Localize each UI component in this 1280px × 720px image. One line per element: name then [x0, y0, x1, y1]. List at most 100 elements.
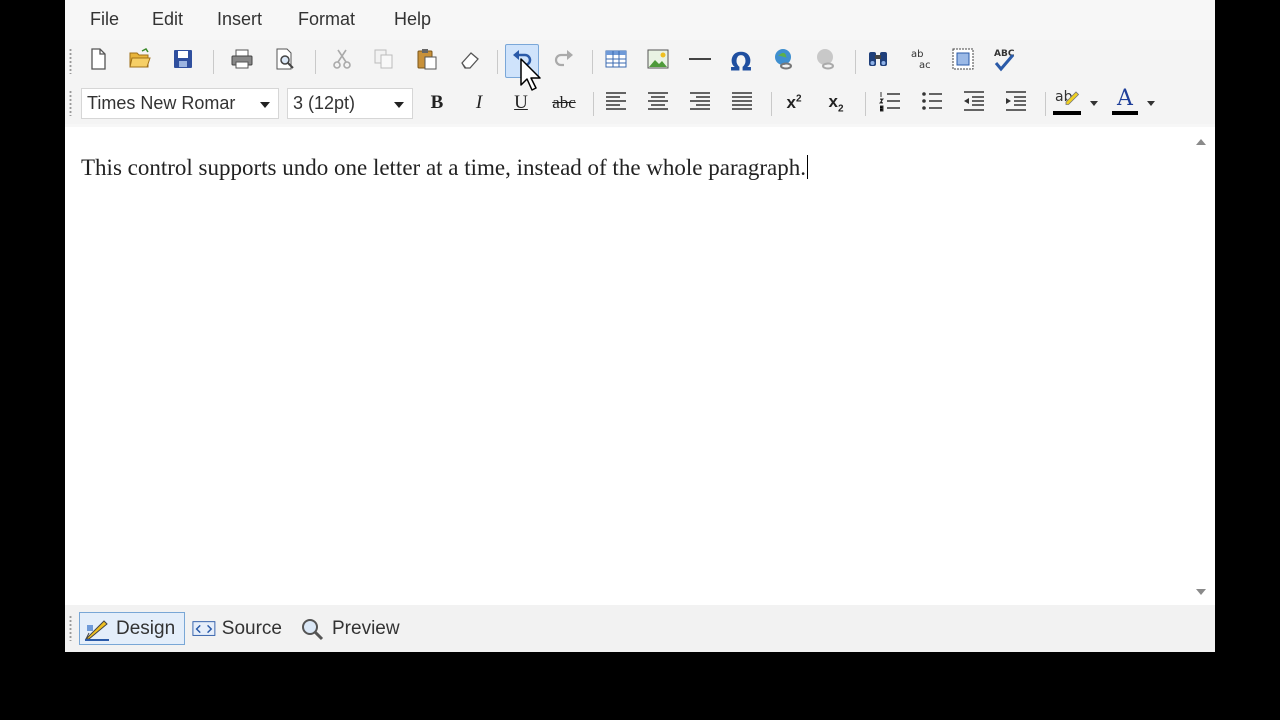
open-button[interactable] [123, 44, 157, 78]
bullet-list-icon [920, 89, 944, 118]
tab-preview-label: Preview [332, 617, 400, 639]
spellcheck-button[interactable]: ABC [988, 44, 1022, 78]
new-document-icon [86, 47, 110, 76]
scroll-down-icon[interactable] [1196, 589, 1206, 595]
design-icon [84, 619, 109, 641]
bullet-list-button[interactable] [915, 86, 949, 120]
tab-source[interactable]: Source [187, 612, 287, 645]
standard-toolbar: Ω ab ac ABC [65, 40, 1215, 82]
tab-preview[interactable]: Preview [295, 612, 410, 645]
separator [592, 50, 593, 74]
chevron-down-icon[interactable] [1090, 101, 1098, 106]
editor-content[interactable]: This control supports undo one letter at… [81, 155, 808, 181]
toolbar-grip[interactable] [69, 90, 72, 116]
align-right-button[interactable] [683, 86, 717, 120]
paste-button[interactable] [410, 44, 444, 78]
subscript-icon: x2 [828, 92, 843, 114]
mouse-pointer-icon [520, 58, 541, 91]
separator [213, 50, 214, 74]
align-center-icon [646, 89, 670, 118]
highlight-icon: ab [1053, 89, 1081, 117]
subscript-mark: 2 [837, 103, 844, 115]
text-caret [806, 155, 808, 179]
replace-icon: ab ac [909, 49, 933, 73]
insert-symbol-button[interactable]: Ω [724, 44, 758, 78]
chevron-down-icon [260, 102, 270, 108]
insert-image-button[interactable] [641, 44, 675, 78]
font-color-button[interactable]: A [1106, 86, 1142, 120]
open-folder-icon [128, 47, 152, 76]
tab-design[interactable]: Design [79, 612, 185, 645]
select-all-button[interactable] [946, 44, 980, 78]
spellcheck-icon: ABC [992, 49, 1018, 73]
cut-icon [330, 47, 354, 76]
insert-link-button[interactable] [767, 44, 801, 78]
separator [1045, 92, 1046, 116]
formatting-toolbar: Times New Romar 3 (12pt) B I U abc x2 x2… [65, 82, 1215, 124]
copy-icon [372, 47, 396, 76]
separator [593, 92, 594, 116]
separator [865, 92, 866, 116]
insert-table-button[interactable] [599, 44, 633, 78]
find-button[interactable] [861, 44, 895, 78]
separator [315, 50, 316, 74]
font-color-icon: A [1110, 86, 1138, 117]
subscript-x: x [828, 91, 838, 111]
print-preview-button[interactable] [268, 44, 302, 78]
align-center-button[interactable] [641, 86, 675, 120]
font-size-dropdown[interactable]: 3 (12pt) [287, 88, 413, 119]
eraser-icon [458, 47, 482, 76]
numbered-list-icon [878, 89, 902, 118]
clear-format-button[interactable] [453, 44, 487, 78]
italic-button[interactable]: I [462, 86, 496, 120]
align-right-icon [688, 89, 712, 118]
superscript-button[interactable]: x2 [777, 86, 811, 120]
justify-button[interactable] [725, 86, 759, 120]
menu-bar: File Edit Insert Format Help [65, 0, 1215, 40]
font-name-dropdown[interactable]: Times New Romar [81, 88, 279, 119]
html-editor-window: File Edit Insert Format Help Ω ab ac ABC… [65, 0, 1215, 652]
menu-insert[interactable]: Insert [213, 9, 266, 30]
new-button[interactable] [81, 44, 115, 78]
insert-line-button[interactable] [683, 44, 717, 78]
vertical-scrollbar[interactable] [1187, 127, 1215, 605]
replace-button[interactable]: ab ac [904, 44, 938, 78]
separator [855, 50, 856, 74]
redo-button[interactable] [547, 44, 581, 78]
redo-icon [552, 47, 576, 76]
bold-button[interactable]: B [420, 86, 454, 120]
remove-link-button[interactable] [809, 44, 843, 78]
paragraph-text: This control supports undo one letter at… [81, 155, 806, 180]
outdent-icon [962, 89, 986, 118]
save-button[interactable] [166, 44, 200, 78]
superscript-mark: 2 [795, 93, 802, 105]
print-button[interactable] [225, 44, 259, 78]
menu-edit[interactable]: Edit [148, 9, 187, 30]
view-tab-bar: Design Source Preview [65, 605, 1215, 652]
save-icon [171, 47, 195, 76]
outdent-button[interactable] [957, 86, 991, 120]
menu-help[interactable]: Help [390, 9, 435, 30]
highlight-color-button[interactable]: ab [1049, 86, 1085, 120]
cut-button[interactable] [325, 44, 359, 78]
menu-format[interactable]: Format [294, 9, 359, 30]
menu-file[interactable]: File [86, 9, 123, 30]
chevron-down-icon[interactable] [1147, 101, 1155, 106]
subscript-button[interactable]: x2 [819, 86, 853, 120]
copy-button[interactable] [367, 44, 401, 78]
horizontal-line-icon [688, 47, 712, 76]
separator [497, 50, 498, 74]
indent-button[interactable] [999, 86, 1033, 120]
indent-icon [1004, 89, 1028, 118]
numbered-list-button[interactable] [873, 86, 907, 120]
strikethrough-button[interactable]: abc [547, 86, 581, 120]
align-left-button[interactable] [599, 86, 633, 120]
toolbar-grip[interactable] [69, 48, 72, 74]
scroll-up-icon[interactable] [1196, 139, 1206, 145]
editor-area[interactable]: This control supports undo one letter at… [65, 127, 1215, 605]
print-icon [230, 47, 254, 76]
superscript-icon: x2 [786, 93, 801, 113]
font-color-swatch [1112, 111, 1138, 115]
chevron-down-icon [394, 102, 404, 108]
source-code-icon [192, 620, 216, 636]
